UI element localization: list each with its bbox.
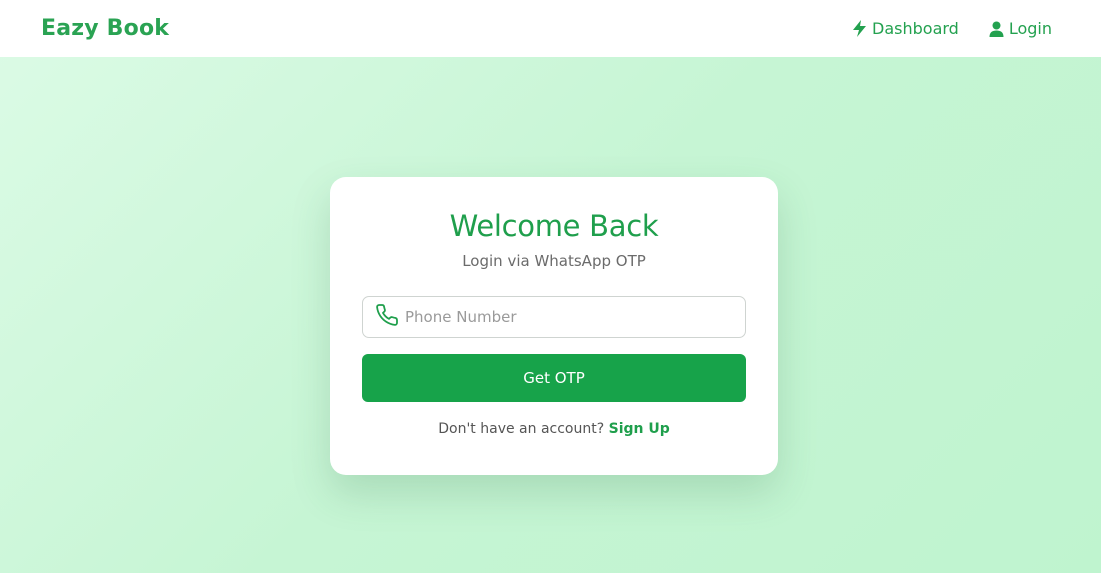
nav-link-dashboard[interactable]: Dashboard: [852, 19, 959, 38]
nav-link-login-label: Login: [1008, 19, 1052, 38]
nav-link-login[interactable]: Login: [989, 19, 1052, 38]
get-otp-button[interactable]: Get OTP: [362, 354, 746, 402]
signup-line: Don't have an account? Sign Up: [362, 421, 746, 437]
top-navbar: Eazy Book Dashboard Login: [0, 0, 1101, 57]
phone-field[interactable]: [362, 296, 746, 338]
brand-logo[interactable]: Eazy Book: [41, 16, 169, 41]
nav-links: Dashboard Login: [852, 19, 1052, 38]
card-title: Welcome Back: [449, 209, 659, 243]
phone-number-input[interactable]: [405, 308, 725, 326]
signup-prompt: Don't have an account?: [438, 421, 605, 437]
user-icon: [989, 21, 1004, 37]
phone-icon: [375, 303, 399, 331]
login-card: Welcome Back Login via WhatsApp OTP Get …: [330, 177, 778, 475]
nav-link-dashboard-label: Dashboard: [872, 19, 959, 38]
card-subtitle: Login via WhatsApp OTP: [462, 252, 646, 270]
bolt-icon: [852, 20, 867, 37]
signup-link[interactable]: Sign Up: [609, 421, 670, 437]
